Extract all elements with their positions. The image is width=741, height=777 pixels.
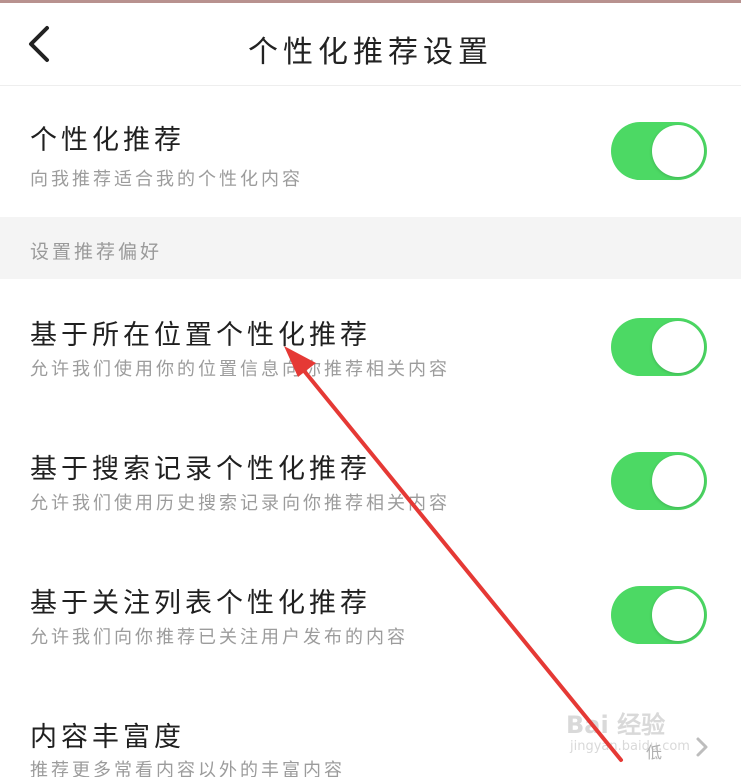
row-title: 基于关注列表个性化推荐	[30, 588, 371, 619]
row-subtitle: 向我推荐适合我的个性化内容	[30, 169, 303, 190]
row-subtitle: 允许我们向你推荐已关注用户发布的内容	[30, 627, 408, 648]
toggle-knob	[652, 455, 704, 507]
row-subtitle: 允许我们使用历史搜索记录向你推荐相关内容	[30, 493, 450, 514]
row-title: 个性化推荐	[30, 125, 185, 156]
following-list-recommendation-toggle[interactable]	[611, 586, 707, 644]
toggle-knob	[652, 321, 704, 373]
location-recommendation-toggle[interactable]	[611, 318, 707, 376]
content-richness-value: 低	[646, 743, 663, 762]
personalized-recommendation-toggle[interactable]	[611, 122, 707, 180]
settings-screen: 个性化推荐设置 个性化推荐 向我推荐适合我的个性化内容 设置推荐偏好 基于所在位…	[0, 0, 741, 777]
row-title: 基于搜索记录个性化推荐	[30, 454, 371, 485]
preference-section-header: 设置推荐偏好	[0, 217, 741, 279]
personalized-recommendation-row[interactable]: 个性化推荐 向我推荐适合我的个性化内容	[0, 86, 741, 218]
search-history-recommendation-row[interactable]: 基于搜索记录个性化推荐 允许我们使用历史搜索记录向你推荐相关内容	[0, 413, 741, 548]
toggle-knob	[652, 589, 704, 641]
toggle-knob	[652, 125, 704, 177]
row-subtitle: 允许我们使用你的位置信息向你推荐相关内容	[30, 359, 450, 380]
following-list-recommendation-row[interactable]: 基于关注列表个性化推荐 允许我们向你推荐已关注用户发布的内容	[0, 547, 741, 681]
section-label: 设置推荐偏好	[30, 241, 163, 263]
baidu-watermark: Bai 经验 jingyan.baidu.com 低	[566, 695, 741, 777]
watermark-subtext: jingyan.baidu.com	[570, 739, 690, 754]
navigation-bar: 个性化推荐设置	[0, 3, 741, 86]
page-title: 个性化推荐设置	[248, 35, 493, 70]
search-history-recommendation-toggle[interactable]	[611, 452, 707, 510]
watermark-text: Bai 经验	[566, 711, 666, 739]
row-subtitle: 推荐更多常看内容以外的丰富内容	[30, 760, 345, 777]
row-title: 内容丰富度	[30, 722, 185, 753]
row-title: 基于所在位置个性化推荐	[30, 320, 371, 351]
location-recommendation-row[interactable]: 基于所在位置个性化推荐 允许我们使用你的位置信息向你推荐相关内容	[0, 279, 741, 414]
